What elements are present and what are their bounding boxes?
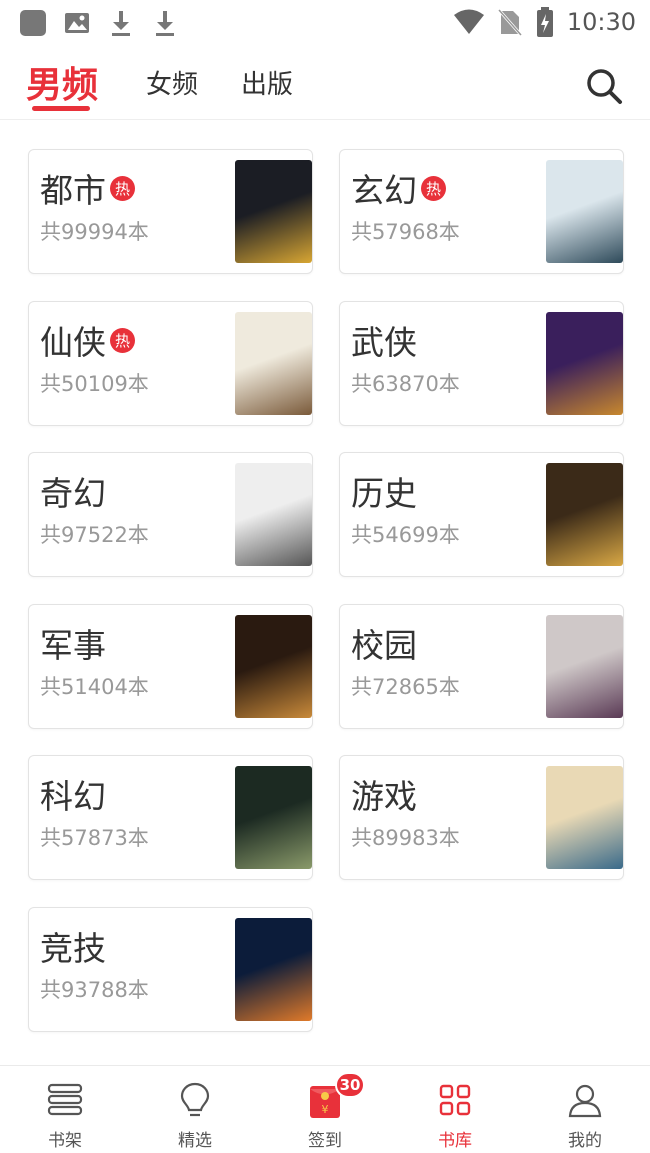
book-cover-image[interactable] (235, 918, 312, 1021)
category-name: 奇幻 (40, 474, 106, 513)
category-name: 科幻 (40, 777, 106, 816)
category-title: 校园 (351, 619, 417, 667)
category-name: 校园 (351, 626, 417, 665)
book-cover-image[interactable] (546, 463, 623, 566)
book-cover-image[interactable] (546, 160, 623, 263)
tab-female[interactable]: 女频 (146, 64, 198, 101)
category-name: 仙侠 (40, 323, 106, 362)
category-card[interactable]: 都市热共99994本 (28, 149, 313, 274)
no-sim-icon (497, 9, 522, 36)
category-card[interactable]: 校园共72865本 (339, 604, 624, 729)
status-bar: 10:30 (0, 0, 650, 48)
bottom-nav-label: 书架 (48, 1131, 82, 1151)
category-title: 仙侠热 (40, 316, 135, 364)
category-title: 科幻 (40, 770, 106, 818)
book-cover-image[interactable] (235, 312, 312, 415)
image-icon (62, 8, 92, 38)
category-name: 游戏 (351, 777, 417, 816)
category-count: 共72865本 (351, 675, 460, 699)
category-name: 历史 (351, 474, 417, 513)
bottom-nav-me[interactable]: 我的 (520, 1066, 650, 1153)
bottom-nav-label: 精选 (178, 1131, 212, 1151)
category-title: 奇幻 (40, 467, 106, 515)
category-card[interactable]: 历史共54699本 (339, 452, 624, 577)
category-count: 共54699本 (351, 523, 460, 547)
bottom-nav-featured[interactable]: 精选 (130, 1066, 260, 1153)
bottom-nav-label: 书库 (438, 1131, 472, 1151)
category-card[interactable]: 奇幻共97522本 (28, 452, 313, 577)
category-count: 共57968本 (351, 220, 460, 244)
bottom-nav-label: 我的 (568, 1131, 602, 1151)
category-title: 武侠 (351, 316, 417, 364)
category-count: 共51404本 (40, 675, 149, 699)
bottom-nav-checkin[interactable]: ¥ 30 签到 (260, 1066, 390, 1153)
bottom-nav-label: 签到 (308, 1131, 342, 1151)
category-count: 共97522本 (40, 523, 149, 547)
battery-charging-icon (536, 7, 553, 37)
bookshelf-icon (47, 1083, 83, 1116)
book-cover-image[interactable] (546, 312, 623, 415)
category-count: 共93788本 (40, 978, 149, 1002)
svg-text:¥: ¥ (322, 1103, 329, 1116)
category-card[interactable]: 游戏共89983本 (339, 755, 624, 880)
hot-badge: 热 (421, 175, 446, 201)
category-card[interactable]: 武侠共63870本 (339, 301, 624, 426)
category-name: 武侠 (351, 323, 417, 362)
category-name: 竞技 (40, 929, 106, 968)
tab-male[interactable]: 男频 (26, 56, 98, 108)
category-card[interactable]: 科幻共57873本 (28, 755, 313, 880)
category-count: 共63870本 (351, 372, 460, 396)
category-card[interactable]: 竞技共93788本 (28, 907, 313, 1032)
category-title: 玄幻热 (351, 164, 446, 212)
book-cover-image[interactable] (546, 615, 623, 718)
bottom-nav-library[interactable]: 书库 (390, 1066, 520, 1153)
red-envelope-icon: ¥ 30 (305, 1072, 365, 1120)
hot-badge: 热 (110, 327, 135, 353)
category-count: 共89983本 (351, 826, 460, 850)
status-time: 10:30 (566, 8, 636, 36)
category-title: 历史 (351, 467, 417, 515)
search-icon[interactable] (584, 66, 624, 106)
bottom-nav: 书架 精选 ¥ 30 签到 书库 我的 (0, 1065, 650, 1153)
category-title: 都市热 (40, 164, 135, 212)
book-cover-image[interactable] (235, 766, 312, 869)
top-nav: 男频 女频 出版 (0, 52, 650, 120)
app-icon (18, 8, 48, 38)
category-name: 军事 (40, 626, 106, 665)
category-card[interactable]: 玄幻热共57968本 (339, 149, 624, 274)
book-cover-image[interactable] (235, 615, 312, 718)
person-icon (568, 1084, 602, 1118)
category-title: 竞技 (40, 922, 106, 970)
hot-badge: 热 (110, 175, 135, 201)
download-icon (150, 8, 180, 38)
active-tab-indicator (32, 106, 90, 111)
category-title: 游戏 (351, 770, 417, 818)
grid-icon (439, 1084, 471, 1116)
book-cover-image[interactable] (235, 160, 312, 263)
category-count: 共57873本 (40, 826, 149, 850)
category-name: 都市 (40, 171, 106, 210)
wifi-icon (453, 9, 484, 34)
bottom-nav-bookshelf[interactable]: 书架 (0, 1066, 130, 1153)
checkin-badge: 30 (335, 1072, 365, 1098)
book-cover-image[interactable] (546, 766, 623, 869)
download-icon (106, 8, 136, 38)
category-card[interactable]: 军事共51404本 (28, 604, 313, 729)
category-title: 军事 (40, 619, 106, 667)
category-count: 共50109本 (40, 372, 149, 396)
book-cover-image[interactable] (235, 463, 312, 566)
category-count: 共99994本 (40, 220, 149, 244)
lightbulb-icon (180, 1082, 210, 1117)
tab-publish[interactable]: 出版 (241, 64, 293, 101)
category-name: 玄幻 (351, 171, 417, 210)
category-card[interactable]: 仙侠热共50109本 (28, 301, 313, 426)
